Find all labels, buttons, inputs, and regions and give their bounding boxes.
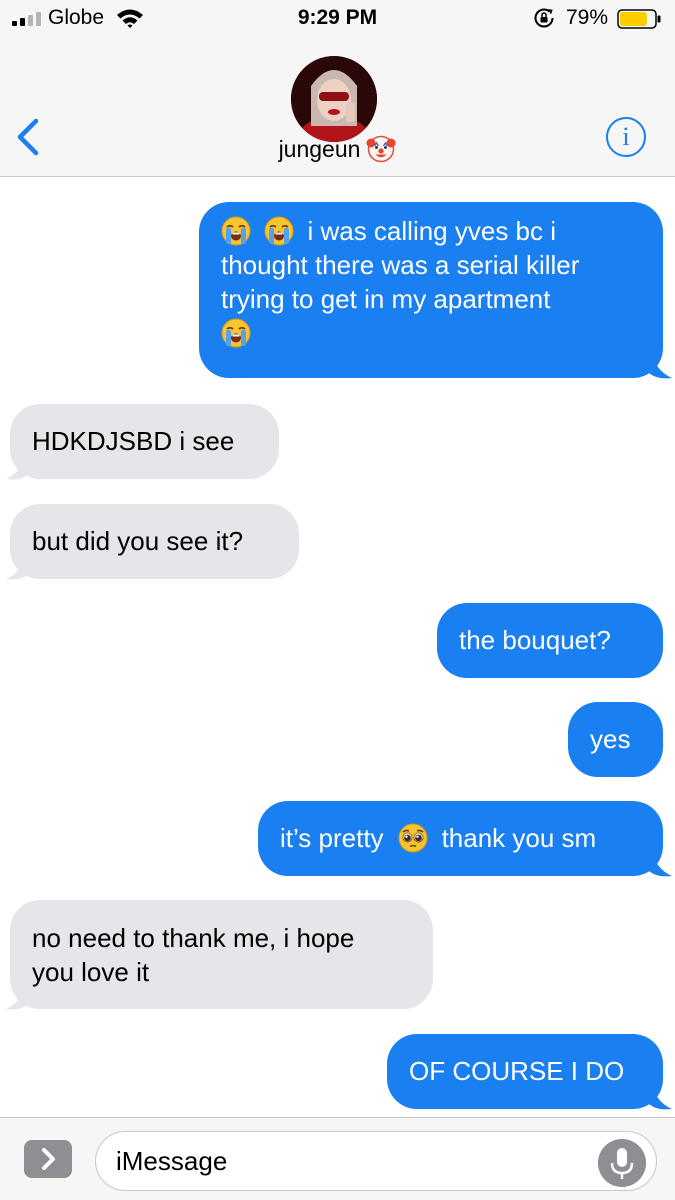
message-text: trying to get in my apartment — [221, 284, 551, 314]
message-text: you love it — [32, 957, 150, 987]
outgoing-message-bubble[interactable]: OF COURSE I DO — [387, 1034, 663, 1109]
message-text: OF COURSE I DO — [409, 1056, 625, 1086]
microphone-button[interactable] — [598, 1139, 646, 1187]
contact-name: jungeun — [278, 136, 361, 162]
outgoing-message-bubble[interactable]: it’s pretty thank you sm — [258, 801, 663, 876]
pleading-face-icon — [398, 823, 428, 853]
message-line — [221, 316, 641, 350]
loudly-crying-face-icon — [221, 216, 251, 246]
battery-icon — [617, 9, 661, 29]
contact-avatar[interactable] — [291, 56, 377, 142]
expand-apps-button[interactable] — [24, 1140, 72, 1178]
bubble-tail — [6, 981, 30, 1010]
message-text: the bouquet? — [459, 625, 611, 655]
outgoing-message-bubble[interactable]: i was calling yves bc i thought there wa… — [199, 202, 663, 378]
rotation-lock-icon — [534, 8, 554, 28]
outgoing-message-bubble[interactable]: the bouquet? — [437, 603, 663, 678]
incoming-message-bubble[interactable]: but did you see it? — [10, 504, 299, 579]
message-text: it’s pretty — [280, 823, 384, 853]
incoming-message-bubble[interactable]: no need to thank me, i hope you love it — [10, 900, 433, 1009]
bubble-tail — [648, 1081, 672, 1110]
message-text: HDKDJSBD i see — [32, 426, 235, 456]
imessage-input[interactable] — [95, 1131, 657, 1191]
conversation-header: Globe 9:29 PM 79% jungeun i — [0, 0, 675, 177]
info-button[interactable]: i — [606, 117, 646, 157]
bubble-tail — [6, 451, 30, 480]
message-text: yes — [590, 724, 631, 754]
bubble-tail — [648, 848, 672, 877]
loudly-crying-face-icon — [221, 318, 251, 348]
outgoing-message-bubble[interactable]: yes — [568, 702, 663, 777]
status-bar: Globe 9:29 PM 79% — [0, 0, 675, 40]
contact-name-row[interactable]: jungeun — [0, 133, 675, 163]
info-icon: i — [622, 122, 630, 151]
bubble-tail — [6, 551, 30, 580]
battery-percentage: 79% — [566, 6, 609, 29]
loudly-crying-face-icon — [264, 216, 294, 246]
message-text: thank you sm — [441, 823, 597, 853]
message-composer — [0, 1117, 675, 1200]
clown-face-icon — [366, 133, 396, 163]
message-thread[interactable]: i was calling yves bc i thought there wa… — [0, 178, 675, 1116]
incoming-message-bubble[interactable]: HDKDJSBD i see — [10, 404, 279, 479]
bubble-tail — [648, 350, 672, 379]
message-text: i was calling yves bc i — [307, 216, 557, 246]
message-text: no need to thank me, i hope — [32, 923, 355, 953]
message-text: but did you see it? — [32, 526, 244, 556]
message-text: thought there was a serial killer — [221, 250, 580, 280]
message-line: i was calling yves bc i — [221, 214, 641, 248]
